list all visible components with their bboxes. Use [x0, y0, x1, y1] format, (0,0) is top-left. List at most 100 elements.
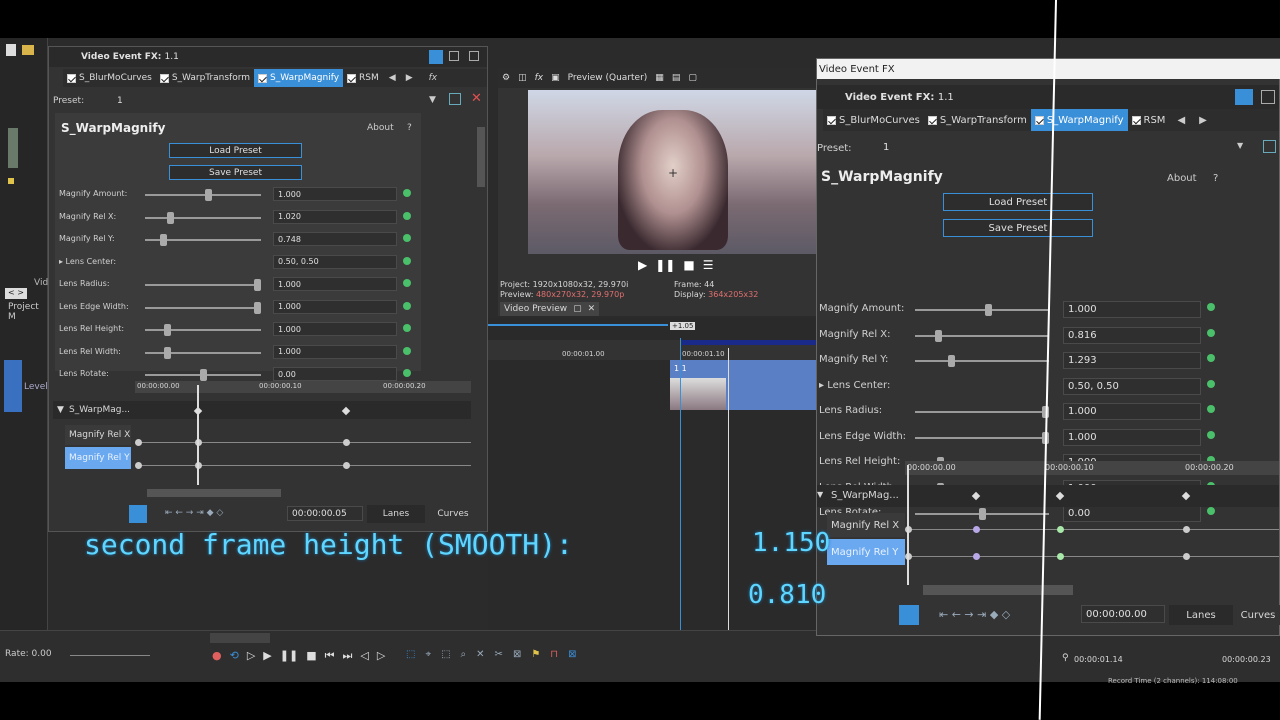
fx-tab-warpmagnify[interactable]: S_WarpMagnify: [254, 69, 344, 87]
help-link[interactable]: ?: [1213, 173, 1218, 184]
preset-select[interactable]: 1: [879, 139, 1249, 156]
param-value-field[interactable]: 1.000: [273, 187, 397, 201]
right-kf-scroll[interactable]: [923, 585, 1073, 595]
track-header-selected[interactable]: [4, 360, 22, 412]
selection-tool-icon[interactable]: ⬚: [441, 649, 450, 660]
next-fx-icon[interactable]: ▶: [1199, 115, 1207, 126]
project-media-tab[interactable]: Project M: [8, 302, 47, 322]
loop-region-bar[interactable]: [488, 324, 668, 326]
kf-track-x[interactable]: Magnify Rel X: [65, 425, 131, 445]
left-kf-ruler[interactable]: 00:00:00.00 00:00:00.10 00:00:00.20: [135, 381, 471, 393]
chevron-down-icon[interactable]: ▼: [1237, 141, 1243, 150]
animate-keyframe-icon[interactable]: [403, 369, 411, 377]
prev-frame-icon[interactable]: ◁: [360, 649, 368, 663]
animate-keyframe-icon[interactable]: [1207, 405, 1215, 413]
keyframe-point[interactable]: [973, 526, 980, 533]
slider-knob[interactable]: [163, 346, 171, 359]
slider-knob[interactable]: [166, 211, 174, 224]
preview-quality-select[interactable]: Preview (Quarter): [568, 73, 648, 83]
tile-view-icon[interactable]: [469, 51, 479, 61]
param-value-field[interactable]: 1.000: [273, 322, 397, 336]
close-icon[interactable]: ✕: [588, 304, 596, 314]
param-value-field[interactable]: 1.000: [1063, 403, 1201, 420]
keyframe-point[interactable]: [135, 462, 142, 469]
zoom-tool-icon[interactable]: ⌕: [461, 649, 467, 660]
slider-knob[interactable]: [204, 189, 212, 201]
chevron-down-icon[interactable]: ▼: [429, 95, 436, 105]
rate-slider[interactable]: [70, 655, 150, 656]
close-icon[interactable]: ✕: [471, 91, 482, 106]
animate-keyframe-icon[interactable]: [403, 324, 411, 332]
param-value-field[interactable]: 1.293: [1063, 352, 1201, 369]
param-slider[interactable]: [145, 324, 261, 336]
overlay-icon[interactable]: ▣: [551, 73, 560, 83]
slider-knob[interactable]: [984, 304, 992, 316]
animate-keyframe-icon[interactable]: [1207, 379, 1215, 388]
param-value-field[interactable]: 0.50, 0.50: [1063, 377, 1201, 395]
new-file-icon[interactable]: [6, 44, 16, 56]
param-slider[interactable]: [145, 189, 261, 201]
param-slider[interactable]: [915, 304, 1049, 316]
param-value-field[interactable]: 1.020: [273, 209, 397, 224]
animate-keyframe-icon[interactable]: [1207, 303, 1215, 311]
keyframe-point[interactable]: [135, 439, 142, 446]
keyframe-point[interactable]: [343, 462, 350, 469]
fx-tab-blur[interactable]: S_BlurMoCurves: [63, 69, 156, 87]
envelope-tool-icon[interactable]: ⌖: [425, 649, 431, 660]
animate-keyframe-icon[interactable]: [403, 211, 411, 220]
timeline-ruler[interactable]: 00:00:01.00 00:00:01.10: [488, 340, 818, 360]
lanes-tab[interactable]: Lanes: [1169, 605, 1233, 625]
kf-time-field[interactable]: 00:00:00.00: [1081, 605, 1165, 623]
param-slider[interactable]: [145, 211, 261, 224]
slider-knob[interactable]: [254, 279, 261, 291]
lock-icon[interactable]: ⊠: [513, 649, 521, 660]
open-folder-icon[interactable]: [22, 45, 34, 55]
animate-keyframe-icon[interactable]: [403, 279, 411, 287]
param-value-field[interactable]: 1.000: [1063, 301, 1201, 318]
param-slider[interactable]: [915, 508, 1049, 520]
video-preview-tab[interactable]: Video Preview ▢ ✕: [500, 302, 600, 316]
video-clip[interactable]: 1.1: [670, 360, 818, 410]
auto-ripple-icon[interactable]: ⊠: [568, 649, 576, 660]
animate-keyframe-icon[interactable]: [1207, 430, 1215, 439]
preset-select[interactable]: 1: [113, 93, 439, 108]
preview-frame[interactable]: +: [528, 90, 818, 254]
param-value-field[interactable]: 0.00: [1063, 505, 1201, 522]
gear-icon[interactable]: ⚙: [502, 73, 510, 83]
animate-keyframe-icon[interactable]: [1207, 328, 1215, 337]
checkbox-icon[interactable]: [347, 73, 357, 83]
fx-tab-warptransform[interactable]: S_WarpTransform: [924, 109, 1031, 131]
param-slider[interactable]: [915, 406, 1049, 418]
keyframe-point[interactable]: [343, 439, 350, 446]
grid-view-icon[interactable]: [449, 51, 459, 61]
kf-track-y[interactable]: Magnify Rel Y: [65, 447, 131, 469]
fx-icon[interactable]: fx: [429, 73, 438, 83]
play-icon[interactable]: ▶: [263, 649, 271, 663]
chevron-down-icon[interactable]: ▼: [817, 490, 823, 499]
stop-icon[interactable]: ■: [306, 649, 316, 663]
slider-knob[interactable]: [948, 355, 956, 367]
save-preset-button[interactable]: Save Preset: [943, 219, 1093, 237]
slider-knob[interactable]: [978, 508, 986, 520]
pause-icon[interactable]: ❚❚: [280, 649, 298, 663]
left-kf-scroll[interactable]: [147, 489, 281, 497]
sync-cursor-icon[interactable]: [899, 605, 919, 625]
param-value-field[interactable]: 1.000: [273, 299, 397, 314]
play-from-start-icon[interactable]: ▷: [247, 649, 255, 663]
param-value-field[interactable]: 1.000: [1063, 428, 1201, 446]
keyframe-point[interactable]: [1057, 553, 1064, 560]
play-icon[interactable]: ▶: [638, 258, 647, 272]
animate-keyframe-icon[interactable]: [1207, 507, 1215, 515]
param-value-field[interactable]: 0.816: [1063, 326, 1201, 344]
keyframe-point[interactable]: [1183, 553, 1190, 560]
keyframe-point[interactable]: [1183, 526, 1190, 533]
fx-tab-rsm[interactable]: RSM: [343, 69, 383, 87]
record-icon[interactable]: ●: [212, 649, 222, 663]
kf-track-main[interactable]: ▼ S_WarpMag...: [817, 485, 1279, 507]
curves-tab[interactable]: Curves: [425, 505, 481, 523]
kf-nav-icons[interactable]: ⇤ ← → ⇥ ◆ ◇: [165, 508, 223, 518]
param-slider[interactable]: [915, 355, 1049, 367]
checkbox-icon[interactable]: [258, 73, 268, 83]
left-playhead[interactable]: [197, 385, 199, 485]
load-preset-button[interactable]: Load Preset: [943, 193, 1093, 211]
